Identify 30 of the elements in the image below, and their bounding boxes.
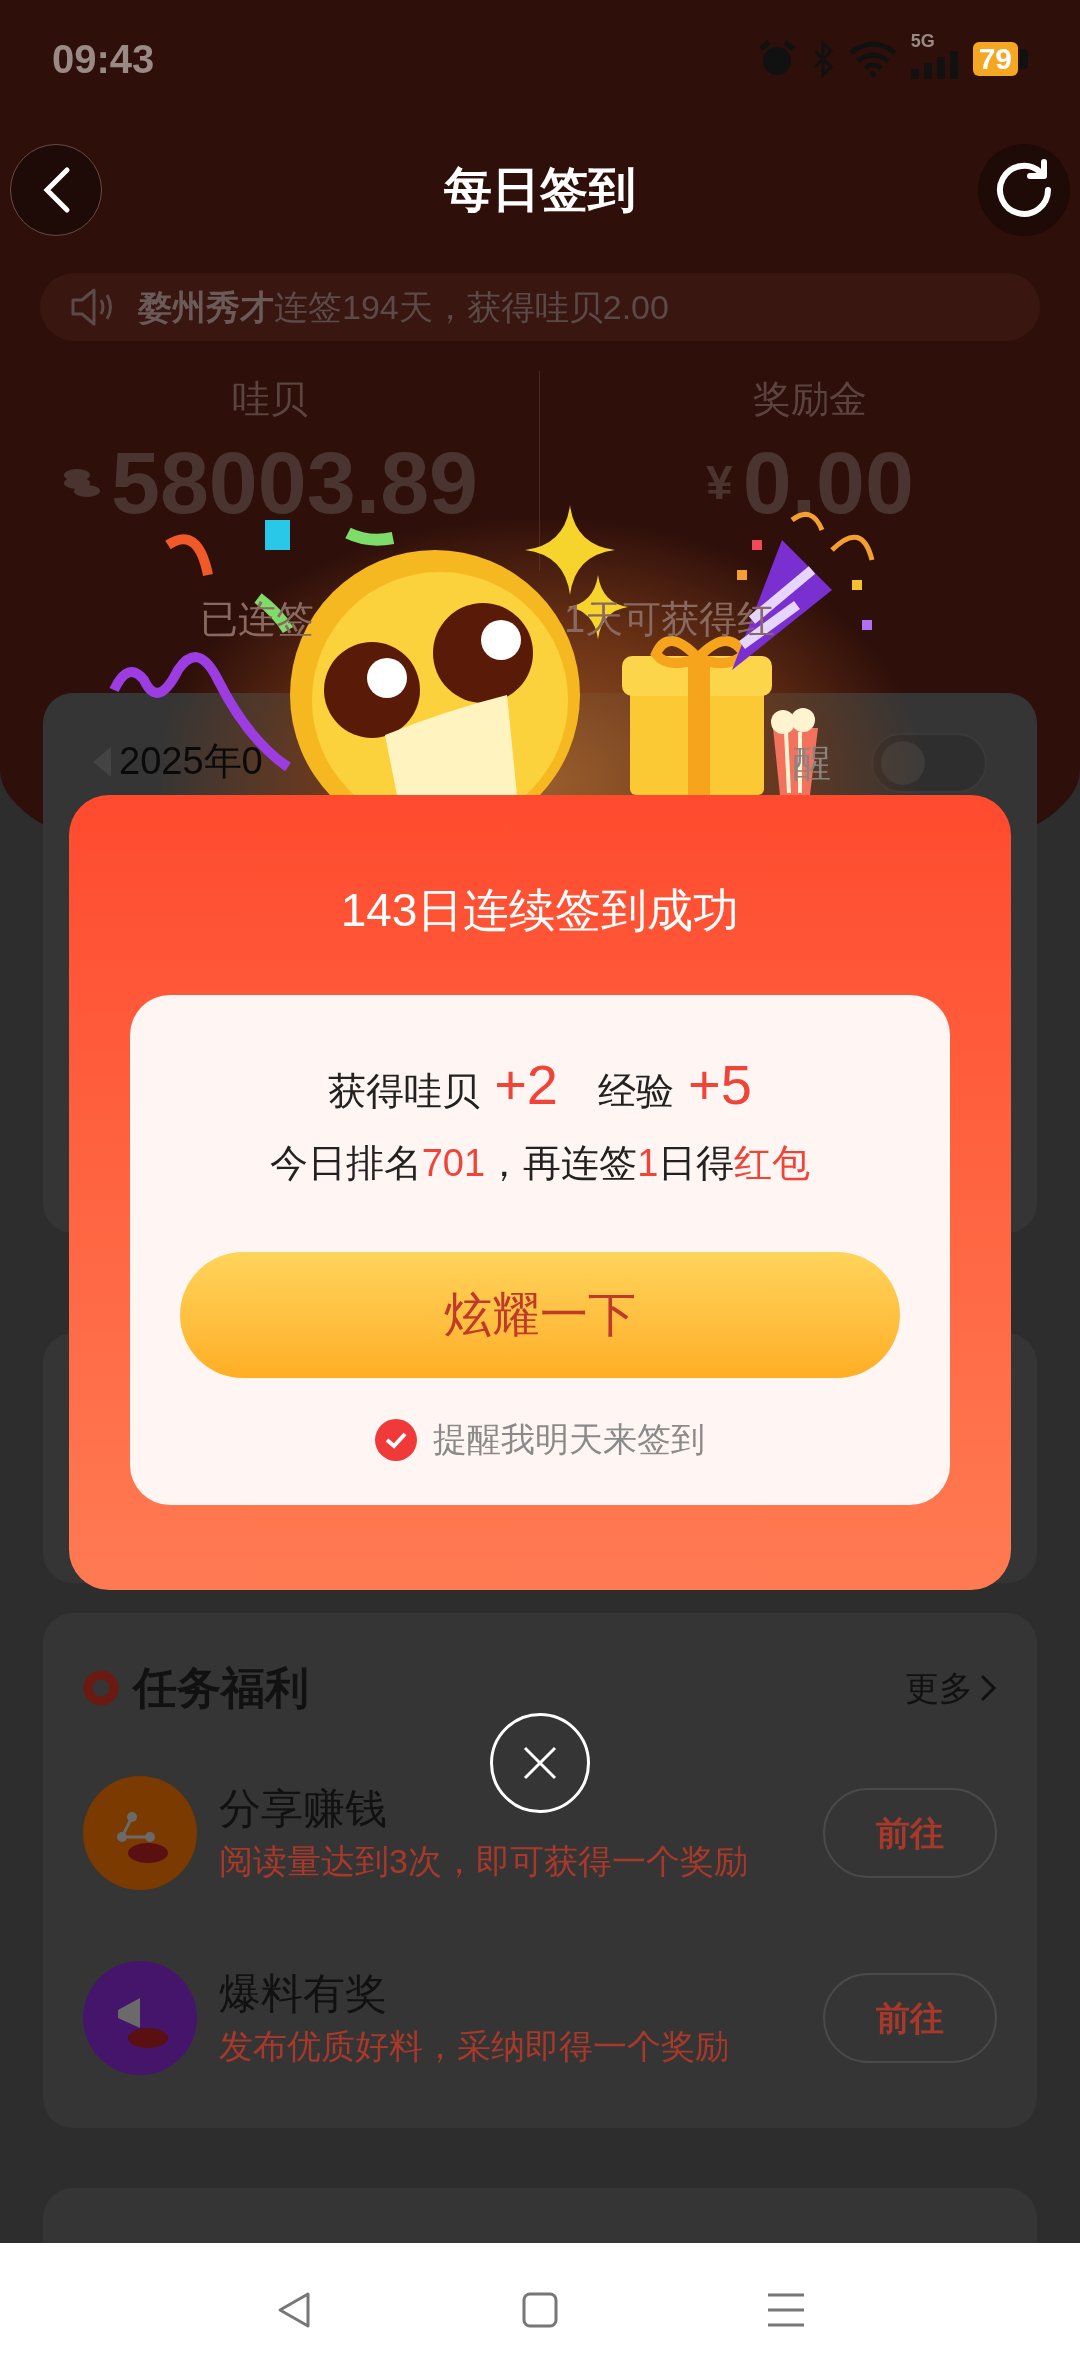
go-button[interactable]: 前往 bbox=[823, 1973, 997, 2063]
popup-title: 143日连续签到成功 bbox=[340, 883, 740, 938]
close-button[interactable] bbox=[490, 1713, 590, 1813]
reward-label: 经验 bbox=[598, 1069, 674, 1114]
status-time: 09:43 bbox=[52, 36, 155, 82]
battery-tip bbox=[1020, 49, 1028, 69]
currency-symbol: ¥ bbox=[706, 455, 733, 511]
menu-icon[interactable] bbox=[766, 2291, 807, 2328]
ring-icon bbox=[83, 1670, 119, 1706]
reward-label: 获得哇贝 bbox=[328, 1069, 481, 1114]
wifi-icon bbox=[848, 41, 897, 77]
reminder-label: 醒 bbox=[793, 740, 831, 786]
signal-icon bbox=[910, 51, 959, 79]
network-type: 5G bbox=[910, 31, 935, 51]
task-description: 阅读量达到3次，即可获得一个奖励 bbox=[219, 1841, 749, 1882]
go-button[interactable]: 前往 bbox=[823, 1788, 997, 1878]
battery-level: 79 bbox=[972, 42, 1018, 76]
toggle-knob bbox=[881, 741, 925, 785]
home-nav-icon[interactable] bbox=[521, 2290, 559, 2329]
reminder-checkbox[interactable]: 提醒我明天来签到 bbox=[375, 1414, 705, 1465]
close-icon bbox=[523, 1746, 557, 1780]
task-description: 发布优质好料，采纳即得一个奖励 bbox=[219, 2026, 730, 2067]
reward-value: +5 bbox=[688, 1052, 752, 1118]
chevron-right-icon bbox=[979, 1673, 997, 1703]
rank-text: 今日排名701，再连签1日得红包 bbox=[269, 1141, 811, 1186]
reward-value: +2 bbox=[494, 1052, 558, 1118]
calendar-month: 2025年0 bbox=[119, 739, 263, 784]
show-off-button[interactable]: 炫耀一下 bbox=[180, 1252, 900, 1378]
back-icon bbox=[41, 166, 71, 214]
page-title: 每日签到 bbox=[444, 162, 636, 218]
